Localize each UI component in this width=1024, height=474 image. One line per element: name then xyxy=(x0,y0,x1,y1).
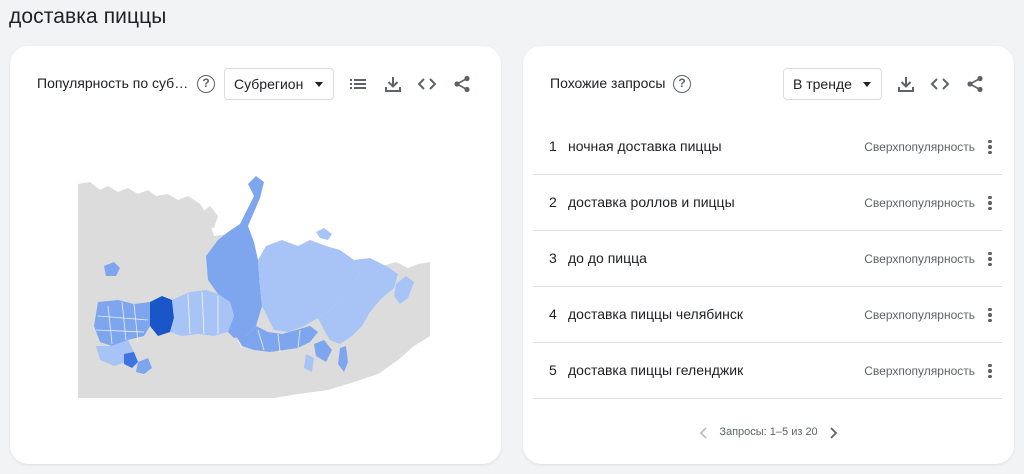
help-circle-icon[interactable]: ? xyxy=(673,75,691,93)
query-term[interactable]: доставка пиццы челябинск xyxy=(568,306,743,322)
query-value: Сверхпопулярность xyxy=(864,252,975,266)
resolution-select-value: Субрегион xyxy=(234,76,304,92)
list-item[interactable]: 1 ночная доставка пиццы Сверхпопулярност… xyxy=(533,119,1002,175)
more-vert-icon[interactable] xyxy=(984,249,996,269)
more-vert-icon[interactable] xyxy=(984,193,996,213)
pagination-label: Запросы: 1–5 из 20 xyxy=(719,426,818,438)
list-item[interactable]: 3 до до пицца Сверхпопулярность xyxy=(533,231,1002,287)
query-value: Сверхпопулярность xyxy=(864,140,975,154)
help-circle-icon[interactable]: ? xyxy=(197,75,215,93)
sort-select[interactable]: В тренде xyxy=(783,68,882,100)
query-rank: 1 xyxy=(549,138,557,154)
related-queries-card: Похожие запросы ? В тренде 1 ночная дост… xyxy=(523,46,1014,464)
query-term[interactable]: доставка роллов и пиццы xyxy=(568,194,735,210)
share-icon[interactable] xyxy=(964,73,986,95)
query-value: Сверхпопулярность xyxy=(864,364,975,378)
embed-code-icon[interactable] xyxy=(929,73,951,95)
card-title: Похожие запросы xyxy=(550,75,666,91)
subregion-interest-card: Популярность по суб… ? Субрегион xyxy=(10,46,501,464)
caret-down-icon xyxy=(863,82,871,87)
query-rank: 4 xyxy=(549,306,557,322)
resolution-select[interactable]: Субрегион xyxy=(224,68,334,100)
query-term[interactable]: до до пицца xyxy=(568,250,647,266)
related-queries-list: 1 ночная доставка пиццы Сверхпопулярност… xyxy=(533,119,1002,399)
more-vert-icon[interactable] xyxy=(984,361,996,381)
query-rank: 2 xyxy=(549,194,557,210)
chevron-left-icon[interactable] xyxy=(695,424,713,442)
list-item[interactable]: 2 доставка роллов и пиццы Сверхпопулярно… xyxy=(533,175,1002,231)
pagination: Запросы: 1–5 из 20 xyxy=(523,426,1014,439)
query-value: Сверхпопулярность xyxy=(864,196,975,210)
download-icon[interactable] xyxy=(895,73,917,95)
chevron-right-icon[interactable] xyxy=(824,424,842,442)
query-rank: 3 xyxy=(549,250,557,266)
region-map[interactable] xyxy=(78,176,430,398)
query-value: Сверхпопулярность xyxy=(864,308,975,322)
query-rank: 5 xyxy=(549,362,557,378)
page-title: доставка пиццы xyxy=(9,5,167,28)
query-term[interactable]: доставка пиццы геленджик xyxy=(568,362,743,378)
sort-select-value: В тренде xyxy=(793,76,852,92)
share-icon[interactable] xyxy=(451,73,473,95)
list-icon[interactable] xyxy=(347,73,369,95)
download-icon[interactable] xyxy=(382,73,404,95)
query-term[interactable]: ночная доставка пиццы xyxy=(568,138,722,154)
map-region-dark xyxy=(150,296,174,336)
more-vert-icon[interactable] xyxy=(984,137,996,157)
more-vert-icon[interactable] xyxy=(984,305,996,325)
caret-down-icon xyxy=(315,82,323,87)
list-item[interactable]: 5 доставка пиццы геленджик Сверхпопулярн… xyxy=(533,343,1002,399)
embed-code-icon[interactable] xyxy=(416,73,438,95)
card-title: Популярность по суб… xyxy=(37,75,189,91)
list-item[interactable]: 4 доставка пиццы челябинск Сверхпопулярн… xyxy=(533,287,1002,343)
